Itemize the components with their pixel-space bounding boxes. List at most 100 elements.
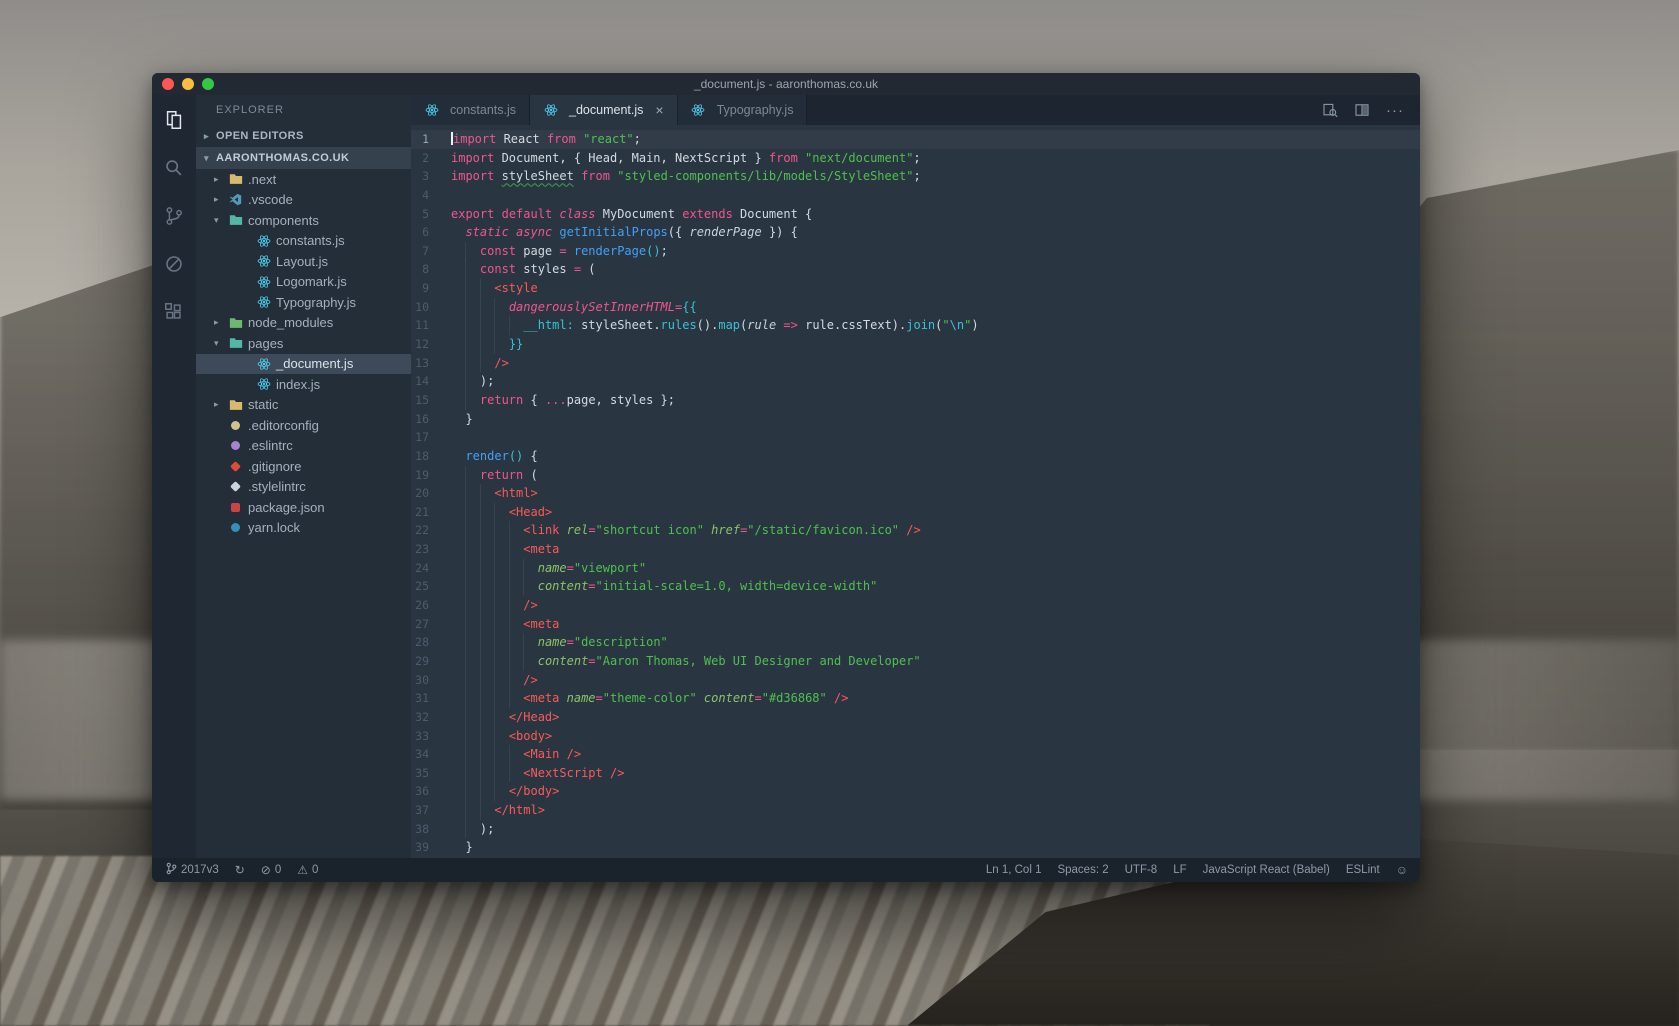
- status-branch[interactable]: 2017v3: [166, 862, 219, 878]
- code-line[interactable]: 35 <NextScript />: [411, 764, 1420, 783]
- line-number: 8: [411, 260, 451, 279]
- tab-constants-js[interactable]: constants.js: [411, 95, 530, 125]
- editor-actions: ···: [1322, 95, 1420, 125]
- tree-item-eslintrc[interactable]: .eslintrc: [196, 436, 411, 457]
- code-line[interactable]: 20 <html>: [411, 484, 1420, 503]
- open-preview-icon[interactable]: [1322, 102, 1338, 118]
- status-sync[interactable]: ↻: [235, 863, 245, 877]
- code-line[interactable]: 2import Document, { Head, Main, NextScri…: [411, 149, 1420, 168]
- code-line[interactable]: 21 <Head>: [411, 503, 1420, 522]
- code-line[interactable]: 34 <Main />: [411, 745, 1420, 764]
- package-json-file-icon: [228, 500, 243, 514]
- split-editor-icon[interactable]: [1354, 102, 1370, 118]
- chevron-down-icon[interactable]: ▾: [214, 338, 228, 349]
- status-spaces-2[interactable]: Spaces: 2: [1057, 864, 1108, 876]
- status-utf-8[interactable]: UTF-8: [1125, 864, 1158, 876]
- tree-item-index-js[interactable]: index.js: [196, 374, 411, 395]
- more-actions-icon[interactable]: ···: [1386, 102, 1404, 119]
- code-line[interactable]: 11 __html: styleSheet.rules().map(rule =…: [411, 316, 1420, 335]
- status-javascript-react-babel[interactable]: JavaScript React (Babel): [1203, 864, 1330, 876]
- debug-icon[interactable]: [163, 253, 185, 275]
- line-number: 26: [411, 596, 451, 615]
- tree-item-vscode[interactable]: ▸.vscode: [196, 190, 411, 211]
- tree-item-yarn-lock[interactable]: yarn.lock: [196, 518, 411, 539]
- code-line[interactable]: 37 </html>: [411, 801, 1420, 820]
- tree-item-static[interactable]: ▸static: [196, 395, 411, 416]
- code-line[interactable]: 9 <style: [411, 279, 1420, 298]
- code-line[interactable]: 25 content="initial-scale=1.0, width=dev…: [411, 577, 1420, 596]
- chevron-right-icon: ▸: [204, 131, 216, 142]
- code-line[interactable]: 1import React from "react";: [411, 130, 1420, 149]
- code-line[interactable]: 16 }: [411, 410, 1420, 429]
- chevron-right-icon[interactable]: ▸: [214, 399, 228, 410]
- source-control-icon[interactable]: [163, 205, 185, 227]
- status-ln-1-col-1[interactable]: Ln 1, Col 1: [986, 864, 1042, 876]
- code-line[interactable]: 17: [411, 428, 1420, 447]
- code-line[interactable]: 29 content="Aaron Thomas, Web UI Designe…: [411, 652, 1420, 671]
- status-lf[interactable]: LF: [1173, 864, 1186, 876]
- tree-item-stylelintrc[interactable]: .stylelintrc: [196, 477, 411, 498]
- code-line[interactable]: 24 name="viewport": [411, 559, 1420, 578]
- line-number: 36: [411, 782, 451, 801]
- code-line[interactable]: 3import styleSheet from "styled-componen…: [411, 167, 1420, 186]
- close-icon[interactable]: ×: [655, 103, 663, 117]
- code-line[interactable]: 4: [411, 186, 1420, 205]
- code-line[interactable]: 36 </body>: [411, 782, 1420, 801]
- code-line[interactable]: 27 <meta: [411, 615, 1420, 634]
- code-line[interactable]: 19 return (: [411, 466, 1420, 485]
- tree-item-editorconfig[interactable]: .editorconfig: [196, 415, 411, 436]
- code-line[interactable]: 5export default class MyDocument extends…: [411, 205, 1420, 224]
- chevron-down-icon[interactable]: ▾: [214, 215, 228, 226]
- chevron-right-icon[interactable]: ▸: [214, 194, 228, 205]
- open-editors-section[interactable]: ▸ OPEN EDITORS: [196, 125, 411, 147]
- code-line[interactable]: 33 <body>: [411, 727, 1420, 746]
- status-warning[interactable]: ⚠0: [297, 863, 318, 877]
- explorer-icon[interactable]: [163, 109, 185, 131]
- tree-item-layout-js[interactable]: Layout.js: [196, 251, 411, 272]
- code-line[interactable]: 32 </Head>: [411, 708, 1420, 727]
- tree-item-node-modules[interactable]: ▸node_modules: [196, 313, 411, 334]
- extensions-icon[interactable]: [163, 301, 185, 323]
- tree-item-components[interactable]: ▾components: [196, 210, 411, 231]
- zoom-window-button[interactable]: [202, 78, 214, 90]
- code-line[interactable]: 28 name="description": [411, 633, 1420, 652]
- code-line[interactable]: 23 <meta: [411, 540, 1420, 559]
- code-line[interactable]: 8 const styles = (: [411, 260, 1420, 279]
- tree-item-document-js[interactable]: _document.js: [196, 354, 411, 375]
- code-line[interactable]: 26 />: [411, 596, 1420, 615]
- chevron-right-icon[interactable]: ▸: [214, 174, 228, 185]
- tab-document-js[interactable]: _document.js×: [530, 95, 678, 125]
- code-line[interactable]: 22 <link rel="shortcut icon" href="/stat…: [411, 521, 1420, 540]
- code-line[interactable]: 38 );: [411, 820, 1420, 839]
- search-icon[interactable]: [163, 157, 185, 179]
- code-line[interactable]: 6 static async getInitialProps({ renderP…: [411, 223, 1420, 242]
- tree-item-package-json[interactable]: package.json: [196, 497, 411, 518]
- close-window-button[interactable]: [162, 78, 174, 90]
- code-line[interactable]: 30 />: [411, 671, 1420, 690]
- tree-item-constants-js[interactable]: constants.js: [196, 231, 411, 252]
- title-bar[interactable]: _document.js - aaronthomas.co.uk: [152, 73, 1420, 95]
- tree-item-pages[interactable]: ▾pages: [196, 333, 411, 354]
- code-editor[interactable]: 1import React from "react";2import Docum…: [411, 125, 1420, 858]
- minimize-window-button[interactable]: [182, 78, 194, 90]
- code-line[interactable]: 13 />: [411, 354, 1420, 373]
- tree-item-logomark-js[interactable]: Logomark.js: [196, 272, 411, 293]
- code-line[interactable]: 10 dangerouslySetInnerHTML={{: [411, 298, 1420, 317]
- code-line[interactable]: 14 );: [411, 372, 1420, 391]
- code-line[interactable]: 31 <meta name="theme-color" content="#d3…: [411, 689, 1420, 708]
- code-line[interactable]: 18 render() {: [411, 447, 1420, 466]
- tree-item-next[interactable]: ▸.next: [196, 169, 411, 190]
- tree-item-gitignore[interactable]: .gitignore: [196, 456, 411, 477]
- project-section[interactable]: ▾ AARONTHOMAS.CO.UK: [196, 147, 411, 169]
- status-smiley[interactable]: ☺: [1396, 863, 1408, 877]
- code-line[interactable]: 7 const page = renderPage();: [411, 242, 1420, 261]
- tab-label: Typography.js: [717, 103, 794, 117]
- code-line[interactable]: 15 return { ...page, styles };: [411, 391, 1420, 410]
- tree-item-typography-js[interactable]: Typography.js: [196, 292, 411, 313]
- tab-typography-js[interactable]: Typography.js: [678, 95, 808, 125]
- status-eslint[interactable]: ESLint: [1346, 864, 1380, 876]
- chevron-right-icon[interactable]: ▸: [214, 317, 228, 328]
- code-line[interactable]: 39 }: [411, 838, 1420, 857]
- status-error[interactable]: ⊘0: [261, 863, 281, 877]
- code-line[interactable]: 12 }}: [411, 335, 1420, 354]
